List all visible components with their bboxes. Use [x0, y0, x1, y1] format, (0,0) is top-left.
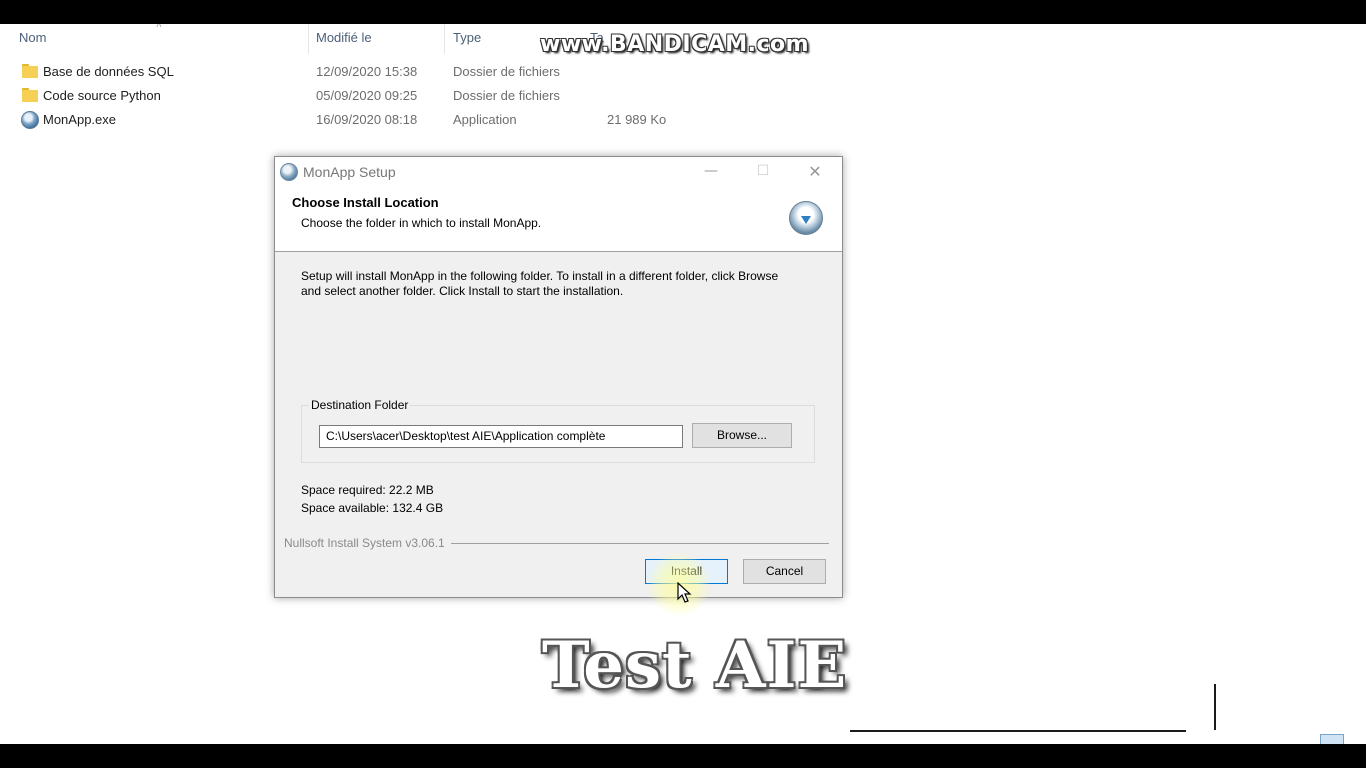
setup-dialog: MonApp Setup — ☐ ✕ Choose Install Locati…	[274, 156, 843, 598]
file-type: Dossier de fichiers	[453, 88, 560, 103]
file-modified: 12/09/2020 15:38	[316, 64, 418, 79]
installer-logo-icon	[789, 201, 823, 235]
file-name: Code source Python	[43, 88, 161, 103]
folder-icon	[22, 64, 38, 78]
minimize-button[interactable]: —	[688, 157, 734, 187]
app-icon	[21, 111, 39, 129]
column-header-modified[interactable]: Modifié le	[316, 30, 372, 45]
dialog-titlebar[interactable]: MonApp Setup — ☐ ✕	[275, 157, 842, 187]
installer-icon	[280, 163, 298, 181]
close-button[interactable]: ✕	[792, 157, 838, 187]
file-type: Application	[453, 112, 517, 127]
dialog-title: MonApp Setup	[303, 164, 396, 180]
desktop-screen: Nom ˄ Modifié le Type Ta Base de données…	[0, 24, 1366, 744]
mouse-cursor-icon	[677, 582, 692, 603]
file-modified: 16/09/2020 08:18	[316, 112, 418, 127]
dialog-header: Choose Install Location Choose the folde…	[275, 187, 842, 252]
space-available: Space available: 132.4 GB	[301, 501, 444, 515]
file-size: 21 989 Ko	[607, 112, 667, 127]
file-row[interactable]: MonApp.exe 16/09/2020 08:18 Application …	[0, 109, 700, 131]
video-caption: Test AIE	[542, 628, 848, 703]
file-row[interactable]: Code source Python 05/09/2020 09:25 Doss…	[0, 85, 700, 107]
tray-icon[interactable]	[1320, 734, 1344, 744]
recorder-watermark: www.BANDICAM.com	[540, 32, 810, 57]
browse-button[interactable]: Browse...	[692, 423, 792, 448]
space-required: Space required: 22.2 MB	[301, 483, 434, 497]
column-separator[interactable]	[308, 24, 309, 54]
destination-folder-label: Destination Folder	[309, 398, 411, 412]
instructions-line: Setup will install MonApp in the followi…	[301, 269, 779, 283]
page-subtitle: Choose the folder in which to install Mo…	[301, 216, 542, 230]
instructions-text: Setup will install MonApp in the followi…	[301, 269, 811, 299]
maximize-button: ☐	[756, 163, 770, 179]
file-name: MonApp.exe	[43, 112, 116, 127]
page-title: Choose Install Location	[292, 195, 439, 210]
file-modified: 05/09/2020 09:25	[316, 88, 418, 103]
file-row[interactable]: Base de données SQL 12/09/2020 15:38 Dos…	[0, 61, 700, 83]
folder-icon	[22, 88, 38, 102]
file-name: Base de données SQL	[43, 64, 174, 79]
column-header-type[interactable]: Type	[453, 30, 481, 45]
sort-caret-icon: ˄	[156, 24, 162, 31]
destination-path-input[interactable]: C:\Users\acer\Desktop\test AIE\Applicati…	[319, 425, 683, 448]
cancel-button[interactable]: Cancel	[743, 559, 826, 584]
nsis-branding: Nullsoft Install System v3.06.1	[284, 536, 451, 550]
column-header-name[interactable]: Nom	[19, 30, 46, 45]
window-edge	[1214, 684, 1216, 730]
instructions-line: and select another folder. Click Install…	[301, 284, 624, 298]
column-separator[interactable]	[444, 24, 445, 54]
window-edge	[850, 730, 1186, 732]
file-type: Dossier de fichiers	[453, 64, 560, 79]
